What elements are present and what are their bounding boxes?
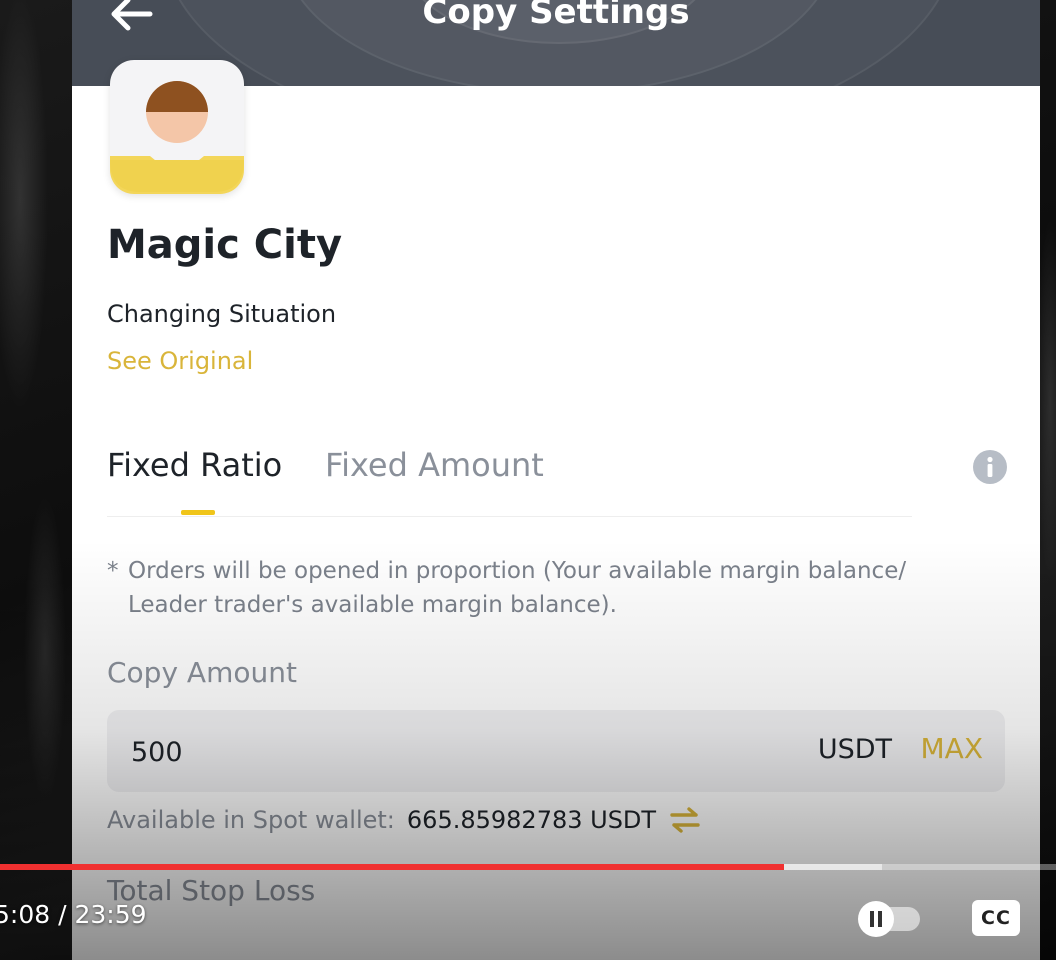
info-button[interactable] (973, 450, 1007, 484)
copy-amount-input[interactable] (129, 728, 633, 776)
active-tab-indicator (181, 510, 215, 515)
avatar (110, 60, 244, 194)
app-screen: Copy Settings Magic City Changing Situat… (72, 0, 1040, 960)
proportion-note: * Orders will be opened in proportion (Y… (107, 554, 967, 622)
see-original-link[interactable]: See Original (107, 347, 253, 375)
trader-description: Changing Situation (107, 300, 337, 328)
autoplay-toggle[interactable] (856, 901, 924, 937)
tab-fixed-ratio[interactable]: Fixed Ratio (107, 446, 282, 484)
video-progress-bar[interactable] (0, 864, 1056, 870)
played-progress (0, 864, 784, 870)
info-icon (973, 450, 1007, 484)
copy-amount-field: USDT MAX (107, 710, 1005, 792)
trader-name: Magic City (107, 222, 343, 268)
amount-unit: USDT (817, 734, 892, 765)
max-button[interactable]: MAX (921, 732, 984, 765)
transfer-icon[interactable] (670, 807, 700, 833)
available-value: 665.85982783 USDT (406, 806, 657, 834)
page-title: Copy Settings (422, 0, 690, 32)
user-avatar-icon (110, 81, 244, 194)
note-text: Orders will be opened in proportion (You… (128, 558, 907, 618)
note-asterisk: * (107, 558, 119, 584)
video-time: 5:08 / 23:59 (0, 900, 147, 929)
tab-fixed-amount[interactable]: Fixed Amount (325, 446, 544, 484)
available-label: Available in Spot wallet: (107, 806, 395, 834)
captions-button[interactable]: CC (972, 900, 1020, 936)
copy-amount-label: Copy Amount (107, 656, 297, 689)
pause-icon (858, 901, 920, 937)
tab-divider (107, 516, 912, 517)
available-balance: Available in Spot wallet: 665.85982783 U… (107, 806, 700, 834)
copy-mode-tabs: Fixed Ratio Fixed Amount (107, 446, 1007, 526)
